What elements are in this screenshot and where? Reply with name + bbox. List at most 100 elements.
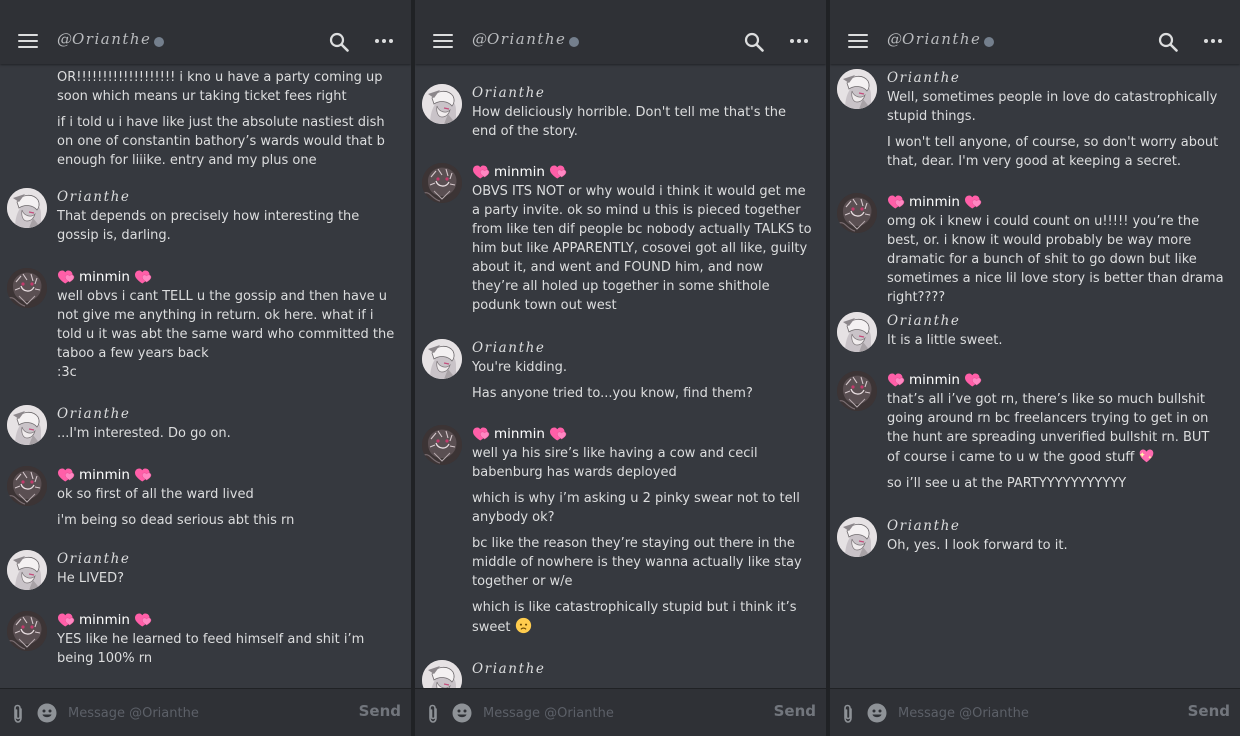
author-label: minmin (909, 372, 960, 388)
author-name[interactable]: minmin (472, 424, 812, 444)
conversation-header: @ Orianthe (0, 0, 411, 64)
author-name[interactable]: minmin (57, 465, 397, 485)
emoji-picker-icon[interactable] (37, 703, 57, 723)
two-hearts-icon (964, 194, 982, 210)
author-label: minmin (494, 164, 545, 180)
message-text: OR!!!!!!!!!!!!!!!!!!! i kno u have a par… (57, 70, 383, 104)
avatar-orianthe[interactable] (7, 188, 47, 228)
paperclip-icon[interactable] (425, 704, 441, 724)
paperclip-icon[interactable] (10, 704, 26, 724)
search-icon[interactable] (744, 32, 764, 52)
message-composer: Send (830, 688, 1240, 736)
avatar-orianthe[interactable] (422, 660, 462, 688)
author-name[interactable]: minmin (472, 162, 812, 182)
emoji-picker-icon[interactable] (452, 703, 472, 723)
hamburger-menu-icon[interactable] (18, 33, 38, 49)
author-label: Orianthe (472, 85, 546, 101)
author-name[interactable]: Orianthe (887, 516, 1226, 536)
avatar-orianthe[interactable] (837, 312, 877, 352)
two-hearts-icon (549, 426, 567, 442)
paperclip-icon[interactable] (840, 704, 856, 724)
message-text: if i told u i have like just the absolut… (57, 115, 385, 168)
author-name[interactable]: minmin (887, 370, 1226, 390)
message-group: Orianthe ...I'm interested. Do go on. (0, 404, 411, 445)
chat-panel-3: @ Orianthe Orianthe Well, sometimes peopl… (830, 0, 1240, 736)
emoji-picker-icon[interactable] (867, 703, 887, 723)
message-group: Orianthe It is a little sweet. (830, 311, 1240, 352)
message-group: Orianthe Well, sometimes people in love d… (830, 68, 1240, 171)
message-group: minmin ok so first of all the ward lived… (0, 465, 411, 530)
message-list: Orianthe How deliciously horrible. Don't … (415, 64, 826, 688)
disappointed-face-emoji-icon (515, 617, 531, 634)
message-text: omg ok i knew i could count on u!!!!! yo… (887, 214, 1224, 305)
author-name[interactable]: minmin (57, 267, 397, 287)
avatar-orianthe[interactable] (7, 550, 47, 590)
avatar-minmin[interactable] (422, 163, 462, 203)
author-label: Orianthe (887, 313, 961, 329)
message-input[interactable] (483, 701, 743, 725)
send-button[interactable]: Send (774, 702, 816, 720)
more-options-icon[interactable] (375, 39, 393, 44)
message-text: YES like he learned to feed himself and … (57, 632, 365, 666)
avatar-orianthe[interactable] (837, 69, 877, 109)
avatar-orianthe[interactable] (422, 84, 462, 124)
avatar-orianthe[interactable] (422, 339, 462, 379)
message-group: Orianthe You're kidding. Has anyone tried … (415, 338, 826, 403)
two-hearts-icon (887, 372, 905, 388)
author-label: Orianthe (887, 518, 961, 534)
message-text: ...I'm interested. Do go on. (57, 426, 231, 441)
author-name[interactable]: Orianthe (472, 83, 812, 103)
avatar-minmin[interactable] (837, 371, 877, 411)
message-text: well ya his sire’s like having a cow and… (472, 446, 758, 480)
message-text: ok so first of all the ward lived (57, 487, 254, 502)
avatar-minmin[interactable] (7, 268, 47, 308)
author-name[interactable]: Orianthe (887, 68, 1226, 88)
more-options-icon[interactable] (790, 39, 808, 44)
author-name[interactable]: minmin (57, 610, 397, 630)
message-text: You're kidding. (472, 360, 568, 375)
message-group: Orianthe He LIVED? (0, 549, 411, 590)
avatar-minmin[interactable] (7, 466, 47, 506)
at-symbol: @ (472, 30, 487, 48)
author-label: Orianthe (57, 189, 131, 205)
message-group: Orianthe Oh, yes. I look forward to it. (830, 516, 1240, 557)
two-hearts-icon (472, 426, 490, 442)
two-hearts-icon (57, 467, 75, 483)
hamburger-menu-icon[interactable] (433, 33, 453, 49)
message-input[interactable] (898, 701, 1158, 725)
message-text: It is a little sweet. (887, 333, 1003, 348)
author-label: Orianthe (57, 406, 131, 422)
hamburger-menu-icon[interactable] (848, 33, 868, 49)
message-list: Orianthe Well, sometimes people in love d… (830, 64, 1240, 688)
avatar-minmin[interactable] (422, 425, 462, 465)
author-name[interactable]: Orianthe (472, 338, 812, 358)
search-icon[interactable] (329, 32, 349, 52)
author-label: minmin (909, 194, 960, 210)
message-text: How deliciously horrible. Don't tell me … (472, 105, 786, 139)
search-icon[interactable] (1158, 32, 1178, 52)
message-input[interactable] (68, 701, 328, 725)
avatar-minmin[interactable] (7, 611, 47, 651)
avatar-minmin[interactable] (837, 193, 877, 233)
send-button[interactable]: Send (359, 702, 401, 720)
author-name[interactable]: Orianthe (57, 404, 397, 424)
two-hearts-icon (134, 269, 152, 285)
author-name[interactable]: Orianthe (57, 549, 397, 569)
author-name[interactable]: Orianthe (57, 187, 397, 207)
message-group: minmin YES like he learned to feed himse… (0, 610, 411, 668)
author-label: Orianthe (472, 661, 546, 677)
author-name[interactable]: minmin (887, 192, 1226, 212)
more-options-icon[interactable] (1204, 39, 1222, 44)
send-button[interactable]: Send (1188, 702, 1230, 720)
avatar-orianthe[interactable] (7, 405, 47, 445)
message-group: Orianthe That depends on precisely how in… (0, 187, 411, 245)
author-name[interactable]: Orianthe (472, 659, 812, 679)
message-group: minmin well ya his sire’s like having a … (415, 424, 826, 637)
status-dot-icon (569, 36, 580, 47)
author-label: minmin (79, 467, 130, 483)
status-dot-icon (154, 36, 165, 47)
author-name[interactable]: Orianthe (887, 311, 1226, 331)
recipient-name: Orianthe (902, 30, 982, 48)
avatar-orianthe[interactable] (837, 517, 877, 557)
two-hearts-icon (57, 612, 75, 628)
